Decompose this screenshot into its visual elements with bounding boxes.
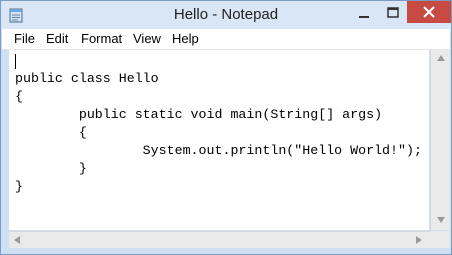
scroll-down-icon[interactable] bbox=[436, 216, 446, 224]
notepad-window: Hello - Notepad File Edit Format View He… bbox=[0, 0, 452, 255]
code-line: { bbox=[15, 125, 87, 140]
menu-edit[interactable]: Edit bbox=[46, 31, 68, 47]
menu-format[interactable]: Format bbox=[81, 31, 122, 47]
menu-file[interactable]: File bbox=[14, 31, 35, 47]
code-line: } bbox=[15, 161, 87, 176]
code-line: { bbox=[15, 89, 23, 104]
code-line: } bbox=[15, 179, 23, 194]
maximize-button[interactable] bbox=[381, 4, 405, 22]
close-icon bbox=[423, 6, 435, 18]
close-button[interactable] bbox=[407, 1, 451, 23]
editor-content: public class Hello { public static void m… bbox=[15, 70, 422, 196]
menu-help[interactable]: Help bbox=[172, 31, 199, 47]
code-line: public class Hello bbox=[15, 71, 159, 86]
menu-bar: File Edit Format View Help bbox=[2, 29, 450, 50]
vertical-scrollbar[interactable] bbox=[430, 50, 450, 230]
size-grip[interactable] bbox=[430, 231, 450, 248]
text-editor[interactable]: public class Hello { public static void m… bbox=[9, 50, 429, 230]
title-bar[interactable]: Hello - Notepad bbox=[1, 1, 451, 29]
minimize-button[interactable] bbox=[353, 7, 375, 21]
scroll-up-icon[interactable] bbox=[436, 54, 446, 62]
code-line: System.out.println("Hello World!"); bbox=[15, 143, 422, 158]
code-line: public static void main(String[] args) bbox=[15, 107, 383, 122]
text-caret bbox=[15, 54, 16, 69]
scroll-right-icon[interactable] bbox=[415, 235, 423, 245]
scroll-left-icon[interactable] bbox=[13, 235, 21, 245]
horizontal-scrollbar[interactable] bbox=[9, 231, 430, 248]
menu-view[interactable]: View bbox=[133, 31, 161, 47]
